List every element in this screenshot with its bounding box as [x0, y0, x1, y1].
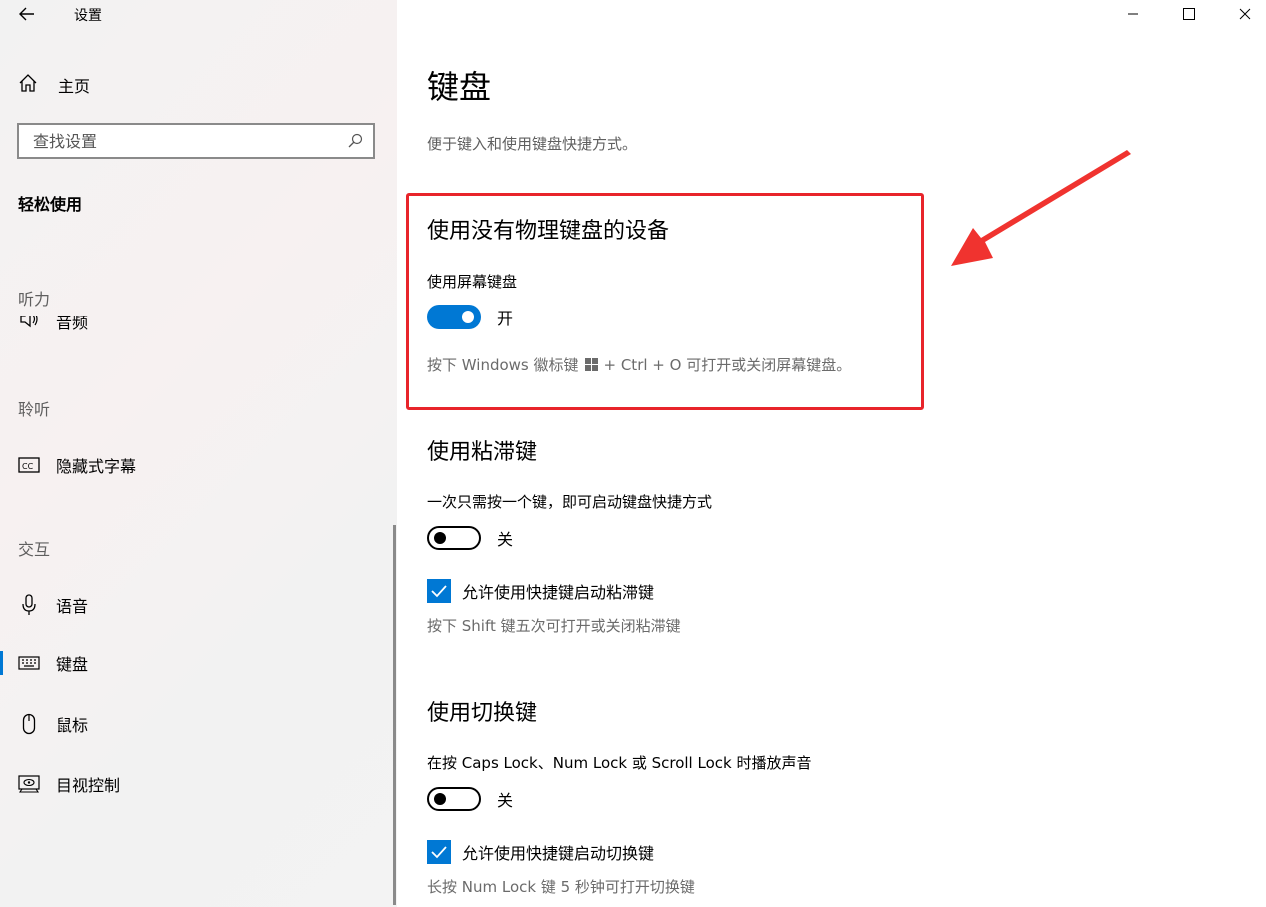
eye-control-icon	[18, 773, 40, 795]
toggle-keys-heading: 使用切换键	[427, 701, 538, 726]
sidebar-item-eye-control-label: 目视控制	[56, 776, 121, 795]
closed-captions-icon: CC	[18, 454, 40, 476]
group-heading-interaction: 交互	[18, 540, 51, 559]
search-input[interactable]	[19, 125, 333, 157]
sidebar-item-speech-label: 语音	[56, 597, 89, 616]
sidebar-item-captions-label: 隐藏式字幕	[56, 457, 137, 476]
sidebar-item-keyboard-label: 键盘	[56, 655, 89, 674]
sidebar-scrollbar[interactable]	[393, 525, 396, 905]
mouse-icon	[18, 713, 40, 735]
page-description: 便于键入和使用键盘快捷方式。	[427, 135, 638, 153]
sidebar-item-captions[interactable]: CC 隐藏式字幕	[18, 453, 136, 477]
toggle-keys-toggle-row: 关	[427, 787, 513, 811]
toggle-keys-toggle-state: 关	[497, 791, 514, 810]
sidebar-item-audio-clipped[interactable]: 音频	[18, 316, 88, 334]
back-arrow-icon[interactable]	[16, 3, 38, 25]
speaker-icon	[18, 316, 40, 334]
sidebar-item-audio-label: 音频	[56, 316, 89, 332]
sticky-keys-hint: 按下 Shift 键五次可打开或关闭粘滞键	[427, 617, 681, 635]
toggle-keys-shortcut-checkbox-row[interactable]: 允许使用快捷键启动切换键	[427, 840, 654, 864]
maximize-icon	[1183, 8, 1195, 20]
sticky-keys-label: 一次只需按一个键，即可启动键盘快捷方式	[427, 493, 713, 511]
page-title: 键盘	[427, 68, 492, 106]
search-icon[interactable]	[347, 133, 363, 149]
sticky-keys-shortcut-checkbox[interactable]	[427, 579, 451, 603]
home-icon	[18, 73, 38, 97]
sidebar-item-home[interactable]: 主页	[18, 74, 90, 96]
group-heading-hearing: 听力	[18, 290, 51, 309]
toggle-keys-label: 在按 Caps Lock、Num Lock 或 Scroll Lock 时播放声…	[427, 754, 812, 772]
maximize-button[interactable]	[1166, 0, 1212, 28]
search-box[interactable]	[17, 123, 375, 159]
minimize-icon	[1128, 13, 1138, 15]
sticky-keys-shortcut-label: 允许使用快捷键启动粘滞键	[462, 583, 655, 602]
sidebar-item-speech[interactable]: 语音	[18, 593, 88, 617]
sidebar-item-home-label: 主页	[58, 77, 91, 96]
svg-text:CC: CC	[22, 462, 34, 471]
keyboard-icon	[18, 652, 40, 674]
sticky-keys-toggle-state: 关	[497, 530, 514, 549]
sticky-keys-toggle-row: 关	[427, 526, 513, 550]
sidebar-item-mouse-label: 鼠标	[56, 716, 89, 735]
highlight-box	[406, 193, 924, 410]
sticky-keys-toggle[interactable]	[427, 526, 481, 550]
checkmark-icon	[431, 846, 447, 859]
sticky-keys-shortcut-checkbox-row[interactable]: 允许使用快捷键启动粘滞键	[427, 579, 654, 603]
microphone-icon	[18, 594, 40, 616]
toggle-keys-shortcut-label: 允许使用快捷键启动切换键	[462, 844, 655, 863]
toggle-keys-hint: 长按 Num Lock 键 5 秒钟可打开切换键	[427, 878, 695, 896]
close-icon	[1239, 8, 1251, 20]
sidebar-item-mouse[interactable]: 鼠标	[18, 712, 88, 736]
sidebar-item-eye-control[interactable]: 目视控制	[18, 772, 120, 796]
selected-indicator	[0, 651, 3, 675]
group-heading-listen: 聆听	[18, 400, 51, 419]
sidebar-item-keyboard[interactable]: 键盘	[18, 651, 88, 675]
sidebar: 设置 主页 轻松使用 听力 音频 聆听 CC 隐藏式字幕 交互 语音	[0, 0, 397, 907]
toggle-keys-shortcut-checkbox[interactable]	[427, 840, 451, 864]
sticky-keys-heading: 使用粘滞键	[427, 440, 538, 465]
window-title: 设置	[74, 8, 102, 24]
minimize-button[interactable]	[1110, 0, 1156, 28]
checkmark-icon	[431, 585, 447, 598]
toggle-keys-toggle[interactable]	[427, 787, 481, 811]
close-button[interactable]	[1222, 0, 1266, 28]
section-title: 轻松使用	[18, 195, 83, 214]
annotation-arrow-icon	[945, 150, 1135, 270]
